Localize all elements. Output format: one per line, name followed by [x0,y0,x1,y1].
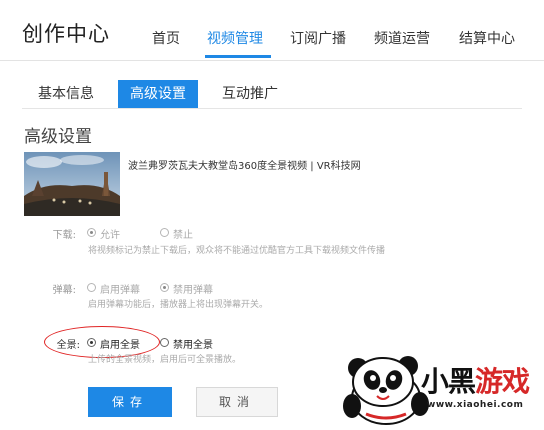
danmaku-hint: 启用弹幕功能后，播放器上将出现弹幕开关。 [88,300,269,310]
nav-subscription-broadcast[interactable]: 订阅广播 [290,28,346,48]
brand-title: 创作中心 [22,22,110,46]
nav-settlement-center[interactable]: 结算中心 [459,28,515,48]
download-forbid-label[interactable]: 禁止 [173,226,193,241]
tabs-divider [22,108,522,109]
nav-video-management[interactable]: 视频管理 [207,28,263,48]
tab-basic-info[interactable]: 基本信息 [26,80,106,108]
download-label: 下载: [52,230,76,241]
video-thumbnail[interactable] [24,152,120,216]
panorama-label: 全景: [56,340,80,351]
panorama-enable-radio[interactable] [87,338,96,347]
panorama-enable-label[interactable]: 启用全景 [100,336,140,351]
top-nav: 创作中心 首页 视频管理 订阅广播 频道运营 结算中心 [0,0,544,61]
watermark-text: 小黑游戏 [421,365,530,398]
tab-advanced-settings[interactable]: 高级设置 [118,80,198,108]
download-allow-label[interactable]: 允许 [100,226,120,241]
section-title: 高级设置 [24,127,92,147]
cancel-button[interactable]: 取消 [196,387,278,417]
panorama-hint: 上传的全景视频，启用后可全景播放。 [88,355,242,365]
download-allow-radio[interactable] [87,228,96,237]
download-hint: 将视频标记为禁止下载后，观众将不能通过优酷官方工具下载视频文件传播 [88,246,386,256]
save-button[interactable]: 保存 [88,387,172,417]
panorama-disable-label[interactable]: 禁用全景 [173,336,213,351]
danmaku-enable-label[interactable]: 启用弹幕 [100,281,140,296]
nav-channel-operation[interactable]: 频道运营 [374,28,430,48]
danmaku-disable-radio[interactable] [160,283,169,292]
download-forbid-radio[interactable] [160,228,169,237]
nav-home[interactable]: 首页 [152,28,180,48]
thumbnail-image [24,152,120,216]
tab-interactive-promotion[interactable]: 互动推广 [210,80,290,108]
danmaku-disable-label[interactable]: 禁用弹幕 [173,281,213,296]
danmaku-label: 弹幕: [52,285,76,296]
panorama-disable-radio[interactable] [160,338,169,347]
video-title[interactable]: 波兰弗罗茨瓦夫大教堂岛360度全景视频 | VR科技网 [128,157,361,172]
active-nav-indicator [205,55,271,58]
watermark-url: www.xiaohei.com [427,400,524,410]
danmaku-enable-radio[interactable] [87,283,96,292]
